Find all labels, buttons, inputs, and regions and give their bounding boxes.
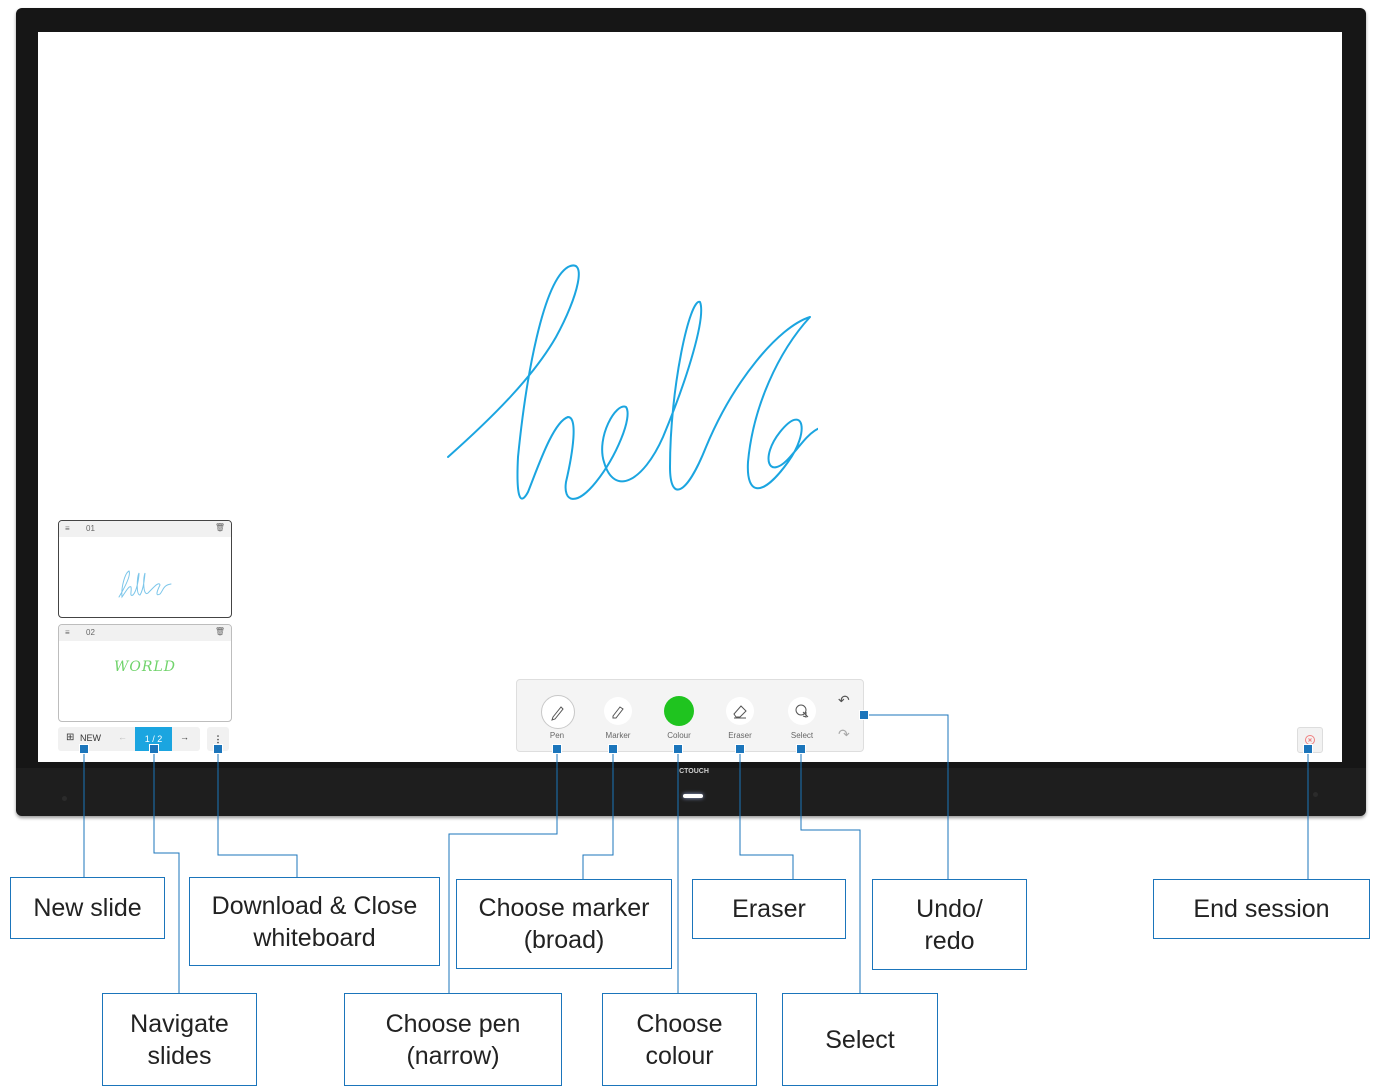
callout-choose-marker: Choose marker (broad) [456,879,672,969]
callout-end-session: End session [1153,879,1370,939]
callout-marker [735,744,745,754]
callout-eraser: Eraser [692,879,846,939]
callout-marker [796,744,806,754]
callout-choose-pen: Choose pen (narrow) [344,993,562,1086]
callout-marker [213,744,223,754]
callout-select: Select [782,993,938,1086]
callout-undo-redo: Undo/ redo [872,879,1027,970]
callout-marker [79,744,89,754]
callout-marker [552,744,562,754]
callout-navigate-slides: Navigate slides [102,993,257,1086]
callout-marker [673,744,683,754]
callout-download-close: Download & Close whiteboard [189,877,440,966]
callout-new-slide: New slide [10,877,165,939]
callout-marker [608,744,618,754]
callout-marker [149,744,159,754]
callout-marker [859,710,869,720]
callout-marker [1303,744,1313,754]
callout-choose-colour: Choose colour [602,993,757,1086]
